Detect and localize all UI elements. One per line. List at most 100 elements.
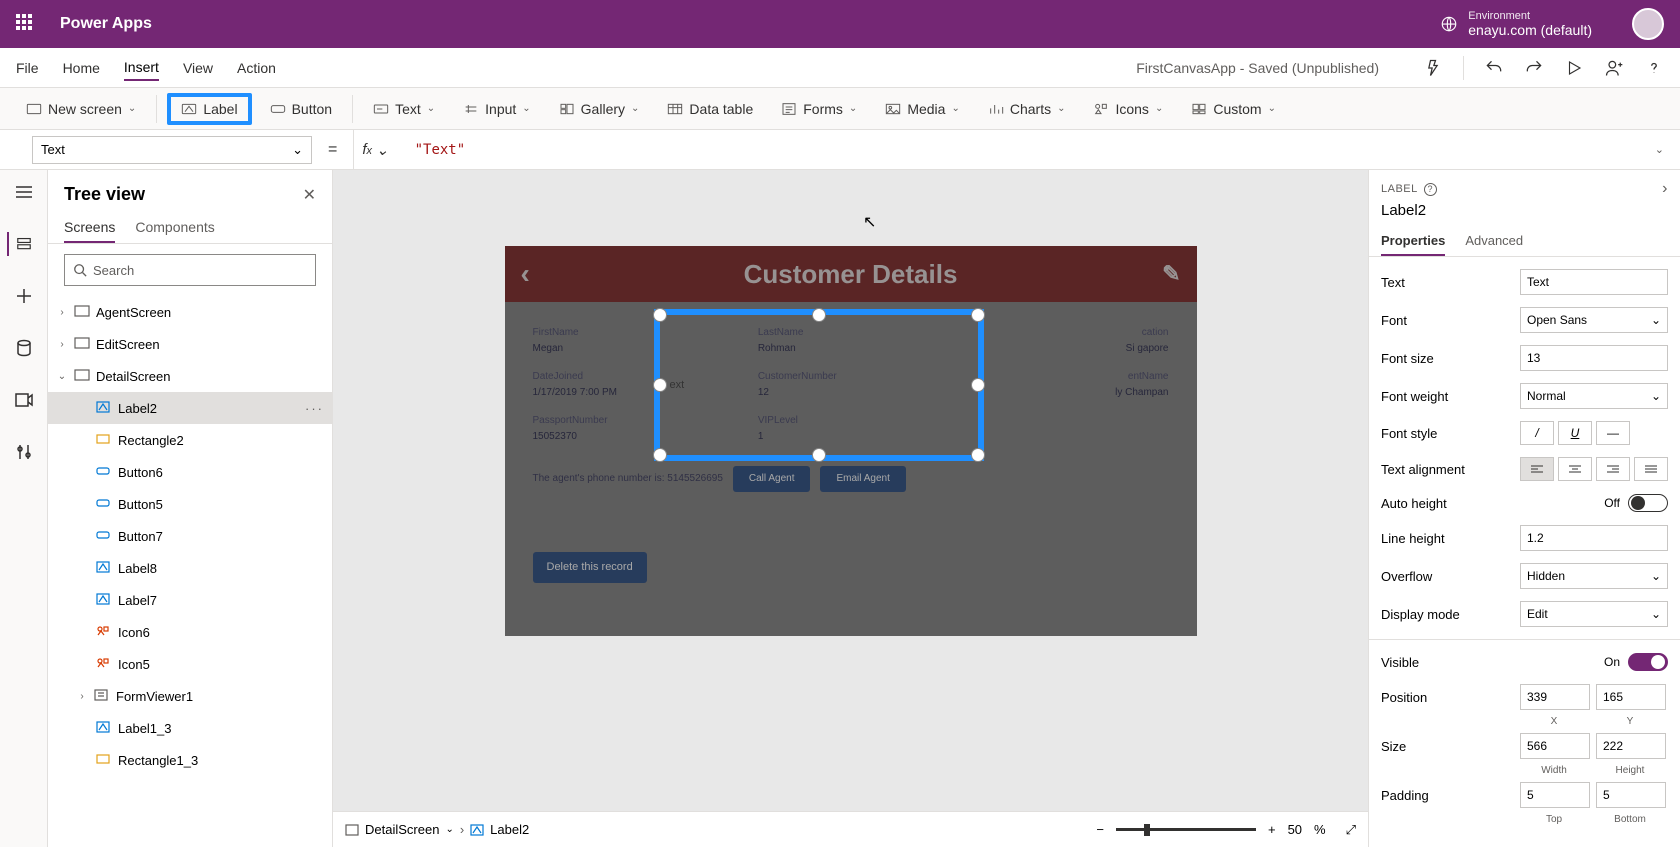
ribbon-text[interactable]: Text⌄ bbox=[363, 97, 445, 121]
rail-add-icon[interactable] bbox=[12, 284, 36, 308]
resize-handle[interactable] bbox=[812, 448, 826, 462]
prop-height-input[interactable] bbox=[1596, 733, 1666, 759]
tree-node-rectangle2[interactable]: Rectangle2 bbox=[48, 424, 332, 456]
prop-visible-toggle[interactable] bbox=[1628, 653, 1668, 671]
rail-media-icon[interactable] bbox=[12, 388, 36, 412]
menu-view[interactable]: View bbox=[183, 56, 213, 80]
ribbon-charts[interactable]: Charts⌄ bbox=[978, 97, 1076, 121]
prop-width-input[interactable] bbox=[1520, 733, 1590, 759]
waffle-icon[interactable] bbox=[16, 14, 36, 34]
fit-icon[interactable]: ⤢ bbox=[1346, 822, 1356, 838]
prop-autoheight-toggle[interactable] bbox=[1628, 494, 1668, 512]
more-icon[interactable]: ··· bbox=[305, 401, 324, 416]
tree-close-icon[interactable]: ✕ bbox=[303, 185, 316, 205]
tree-node-button5[interactable]: Button5 bbox=[48, 488, 332, 520]
rail-hamburger-icon[interactable] bbox=[12, 180, 36, 204]
zoom-out-icon[interactable]: − bbox=[1096, 822, 1104, 837]
call-agent-button[interactable]: Call Agent bbox=[733, 466, 811, 492]
rail-advanced-icon[interactable] bbox=[12, 440, 36, 464]
tree-search[interactable]: Search bbox=[64, 254, 316, 286]
formula-expand-icon[interactable]: ⌄ bbox=[1655, 143, 1664, 156]
undo-icon[interactable] bbox=[1484, 58, 1504, 78]
tree-node-button7[interactable]: Button7 bbox=[48, 520, 332, 552]
prop-overflow-select[interactable]: Hidden⌄ bbox=[1520, 563, 1668, 589]
property-selector[interactable]: Text⌄ bbox=[32, 136, 312, 164]
tab-properties[interactable]: Properties bbox=[1381, 227, 1445, 256]
ribbon-label[interactable]: Label bbox=[167, 93, 251, 125]
tab-advanced[interactable]: Advanced bbox=[1465, 227, 1523, 256]
ribbon-icons[interactable]: Icons⌄ bbox=[1083, 97, 1173, 121]
help-icon[interactable] bbox=[1644, 58, 1664, 78]
resize-handle[interactable] bbox=[653, 308, 667, 322]
resize-handle[interactable] bbox=[971, 308, 985, 322]
align-left-button[interactable] bbox=[1520, 457, 1554, 481]
align-center-button[interactable] bbox=[1558, 457, 1592, 481]
avatar[interactable] bbox=[1632, 8, 1664, 40]
back-icon[interactable]: ‹ bbox=[521, 258, 530, 290]
prop-y-input[interactable] bbox=[1596, 684, 1666, 710]
tree-node-label7[interactable]: Label7 bbox=[48, 584, 332, 616]
align-right-button[interactable] bbox=[1596, 457, 1630, 481]
breadcrumb[interactable]: DetailScreen⌄ › Label2 bbox=[345, 822, 529, 837]
tree-node-button6[interactable]: Button6 bbox=[48, 456, 332, 488]
tree-node-icon5[interactable]: Icon5 bbox=[48, 648, 332, 680]
redo-icon[interactable] bbox=[1524, 58, 1544, 78]
tree-node-icon6[interactable]: Icon6 bbox=[48, 616, 332, 648]
prop-displaymode-select[interactable]: Edit⌄ bbox=[1520, 601, 1668, 627]
fx-label[interactable]: fx⌄ bbox=[353, 130, 396, 169]
menu-insert[interactable]: Insert bbox=[124, 55, 159, 81]
play-icon[interactable] bbox=[1564, 58, 1584, 78]
menu-home[interactable]: Home bbox=[63, 56, 100, 80]
prop-font-select[interactable]: Open Sans⌄ bbox=[1520, 307, 1668, 333]
menu-action[interactable]: Action bbox=[237, 56, 276, 80]
tab-screens[interactable]: Screens bbox=[64, 213, 115, 243]
resize-handle[interactable] bbox=[971, 448, 985, 462]
ribbon-forms[interactable]: Forms⌄ bbox=[771, 97, 867, 121]
tree-node-editscreen[interactable]: ›EditScreen bbox=[48, 328, 332, 360]
resize-handle[interactable] bbox=[653, 378, 667, 392]
prop-padbottom-input[interactable] bbox=[1596, 782, 1666, 808]
resize-handle[interactable] bbox=[971, 378, 985, 392]
prop-text-input[interactable] bbox=[1520, 269, 1668, 295]
collapse-icon[interactable]: › bbox=[1662, 180, 1668, 198]
prop-x-input[interactable] bbox=[1520, 684, 1590, 710]
tab-components[interactable]: Components bbox=[135, 213, 214, 243]
edit-icon[interactable]: ✎ bbox=[1162, 261, 1180, 287]
zoom-in-icon[interactable]: + bbox=[1268, 822, 1276, 837]
tree-node-agentscreen[interactable]: ›AgentScreen bbox=[48, 296, 332, 328]
ribbon-input[interactable]: Input⌄ bbox=[453, 97, 541, 121]
ribbon-custom[interactable]: Custom⌄ bbox=[1181, 97, 1286, 121]
tree-node-detailscreen[interactable]: ⌄DetailScreen bbox=[48, 360, 332, 392]
rail-data-icon[interactable] bbox=[12, 336, 36, 360]
rail-tree-icon[interactable] bbox=[7, 232, 31, 256]
formula-input[interactable]: "Text" bbox=[407, 142, 1645, 158]
app-checker-icon[interactable] bbox=[1423, 58, 1443, 78]
ribbon-new-screen[interactable]: New screen⌄ bbox=[16, 97, 146, 121]
resize-handle[interactable] bbox=[653, 448, 667, 462]
prop-padtop-input[interactable] bbox=[1520, 782, 1590, 808]
tree-node-label1-3[interactable]: Label1_3 bbox=[48, 712, 332, 744]
ribbon-gallery[interactable]: Gallery⌄ bbox=[549, 97, 650, 121]
menu-file[interactable]: File bbox=[16, 56, 39, 80]
resize-handle[interactable] bbox=[812, 308, 826, 322]
prop-lineheight-input[interactable] bbox=[1520, 525, 1668, 551]
strike-button[interactable]: — bbox=[1596, 421, 1630, 445]
prop-fontweight-select[interactable]: Normal⌄ bbox=[1520, 383, 1668, 409]
info-icon[interactable]: ? bbox=[1424, 183, 1437, 196]
delete-record-button[interactable]: Delete this record bbox=[533, 552, 647, 583]
ribbon-media[interactable]: Media⌄ bbox=[875, 97, 970, 121]
selection-box[interactable]: ext bbox=[654, 309, 984, 461]
ribbon-data-table[interactable]: Data table bbox=[657, 97, 763, 121]
email-agent-button[interactable]: Email Agent bbox=[820, 466, 905, 492]
underline-button[interactable]: U bbox=[1558, 421, 1592, 445]
share-icon[interactable] bbox=[1604, 58, 1624, 78]
italic-button[interactable]: / bbox=[1520, 421, 1554, 445]
tree-node-formviewer1[interactable]: ›FormViewer1 bbox=[48, 680, 332, 712]
prop-fontsize-input[interactable] bbox=[1520, 345, 1668, 371]
tree-node-label8[interactable]: Label8 bbox=[48, 552, 332, 584]
ribbon-button[interactable]: Button bbox=[260, 97, 342, 121]
align-justify-button[interactable] bbox=[1634, 457, 1668, 481]
tree-node-rectangle1-3[interactable]: Rectangle1_3 bbox=[48, 744, 332, 776]
tree-node-label2[interactable]: Label2··· bbox=[48, 392, 332, 424]
environment-selector[interactable]: Environment enayu.com (default) bbox=[1440, 10, 1592, 38]
